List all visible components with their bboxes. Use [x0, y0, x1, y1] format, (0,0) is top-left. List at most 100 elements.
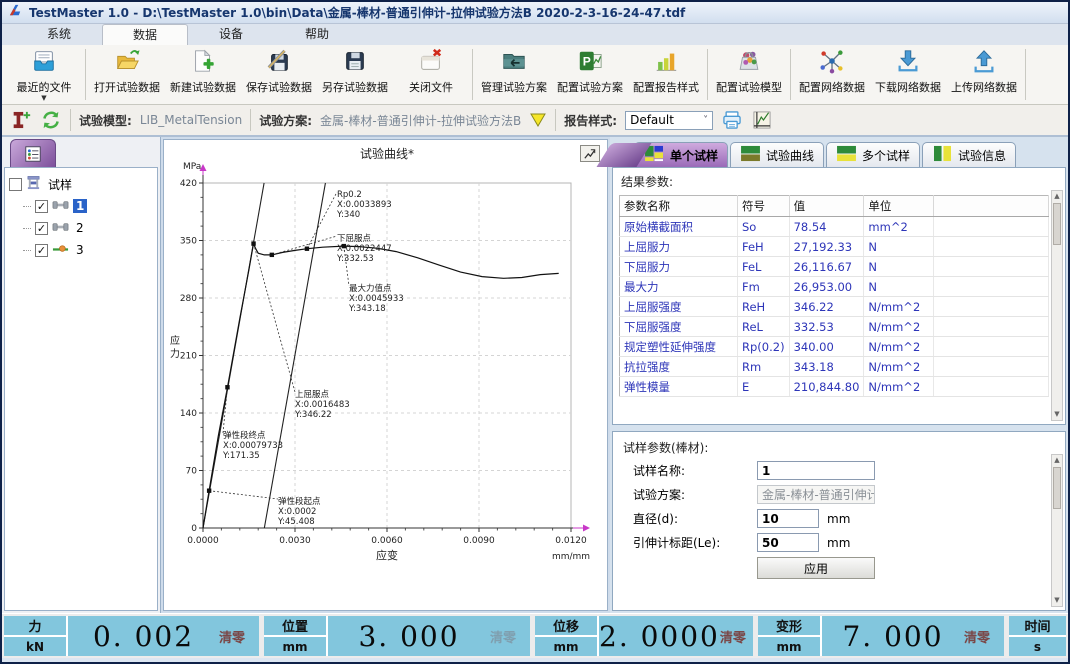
checkbox[interactable]: ✓	[35, 200, 48, 213]
results-row: 弹性模量E210,844.80N/mm^2	[620, 377, 1049, 397]
specimen-params-panel: 试样参数(棒材): 试样名称:1试验方案:金属-棒材-普通引伸计-拉-直径(d)…	[612, 431, 1066, 611]
tab-试验信息[interactable]: 试验信息	[922, 142, 1016, 167]
试样名称-input[interactable]: 1	[757, 461, 875, 480]
tab-multi-icon	[836, 145, 857, 165]
stress-strain-chart: 0701402102803504200.00000.00300.00600.00…	[164, 142, 607, 570]
save-as-button[interactable]: 另存试验数据	[317, 46, 393, 103]
tab-info-icon	[932, 145, 953, 165]
menu-item-数据[interactable]: 数据	[102, 24, 188, 45]
svg-text:Y:171.35: Y:171.35	[222, 451, 260, 461]
project-p-icon: P	[577, 48, 603, 77]
menu-item-系统[interactable]: 系统	[16, 24, 102, 45]
report-bars-icon	[653, 48, 679, 77]
toolbar-separator	[250, 109, 251, 131]
save-as-icon	[342, 48, 368, 77]
readout-变形: 变形mm7. 000清零	[758, 616, 1004, 656]
right-panel: 单个试样试验曲线多个试样试验信息 结果参数: 参数名称符号值单位原始横截面积So…	[610, 137, 1068, 613]
close-file-button[interactable]: 关闭文件	[393, 46, 469, 103]
chart-panel: 0701402102803504200.00000.00300.00600.00…	[163, 139, 608, 611]
tree-item-1[interactable]: ✓1	[23, 195, 153, 217]
open-folder-button[interactable]: 打开试验数据	[89, 46, 165, 103]
checkbox[interactable]: ✓	[35, 244, 48, 257]
zero-button[interactable]: 清零	[720, 616, 753, 656]
svg-text:P: P	[583, 55, 591, 69]
scroll-thumb[interactable]	[1053, 467, 1061, 509]
download-button[interactable]: 下载网络数据	[870, 46, 946, 103]
menu-item-设备[interactable]: 设备	[188, 24, 274, 45]
svg-text:0.0000: 0.0000	[187, 536, 219, 546]
svg-text:Rp0.2: Rp0.2	[337, 190, 362, 200]
ribbon-separator	[707, 49, 708, 100]
specimen-scrollbar[interactable]: ▲ ▼	[1051, 454, 1063, 607]
svg-text:力: 力	[170, 347, 180, 360]
specimen-tree-panel: 试样✓1✓2✓3	[2, 137, 161, 613]
network-nodes-button[interactable]: 配置网络数据	[794, 46, 870, 103]
scroll-down-icon[interactable]: ▼	[1054, 595, 1059, 606]
tree-root[interactable]: 试样	[9, 173, 153, 195]
tree-tab[interactable]	[10, 139, 56, 167]
svg-text:140: 140	[179, 409, 196, 419]
zero-button[interactable]: 清零	[964, 616, 1004, 656]
scroll-up-icon[interactable]: ▲	[1054, 191, 1059, 202]
model-value: LIB_MetalTension	[140, 113, 242, 127]
svg-text:0.0090: 0.0090	[463, 536, 495, 546]
results-table: 参数名称符号值单位原始横截面积So78.54mm^2上屈服力FeH27,192.…	[619, 195, 1049, 397]
results-label: 结果参数:	[621, 173, 1049, 190]
recent-files-button[interactable]: 最近的文件▼	[6, 46, 82, 103]
svg-text:X:0.0002: X:0.0002	[278, 507, 316, 517]
checkbox[interactable]: ✓	[35, 222, 48, 235]
引伸计标距(Le)-input[interactable]: 50	[757, 533, 819, 552]
zero-button[interactable]: 清零	[219, 616, 259, 656]
add-specimen-button[interactable]	[10, 109, 32, 131]
save-edit-button[interactable]: 保存试验数据	[241, 46, 317, 103]
scheme-value: 金属-棒材-普通引伸计-拉伸试验方法B	[320, 112, 521, 129]
mini-chart-icon	[583, 148, 597, 160]
ribbon-separator	[790, 49, 791, 100]
svg-text:应: 应	[170, 334, 180, 347]
试验方案-input: 金属-棒材-普通引伸计-拉-	[757, 485, 875, 504]
save-edit-icon	[266, 48, 292, 77]
tab-多个试样[interactable]: 多个试样	[826, 142, 920, 167]
tree-item-3[interactable]: ✓3	[23, 239, 153, 261]
svg-text:70: 70	[185, 467, 197, 477]
report-style-value: Default	[630, 113, 674, 127]
report-curve-button[interactable]	[751, 109, 773, 131]
report-bars-button[interactable]: 配置报告样式	[628, 46, 704, 103]
readout-bar: 力kN0. 002清零位置mm3. 000清零位移mm2. 0000清零变形mm…	[2, 613, 1068, 658]
apply-button[interactable]: 应用	[757, 557, 875, 579]
new-file-button[interactable]: 新建试验数据	[165, 46, 241, 103]
results-row: 最大力Fm26,953.00N	[620, 277, 1049, 297]
project-p-button[interactable]: P配置试验方案	[552, 46, 628, 103]
scheme-dropdown-triangle[interactable]	[529, 112, 547, 128]
download-icon	[895, 48, 921, 77]
chevron-down-icon: ˅	[703, 115, 708, 126]
recent-files-icon	[31, 48, 57, 77]
model-bag-button[interactable]: 配置试验模型	[711, 46, 787, 103]
manage-folder-button[interactable]: 管理试验方案	[476, 46, 552, 103]
scroll-up-icon[interactable]: ▲	[1054, 455, 1059, 466]
zero-button[interactable]: 清零	[490, 616, 530, 656]
直径(d)-input[interactable]: 10	[757, 509, 819, 528]
tree-item-2[interactable]: ✓2	[23, 217, 153, 239]
print-report-button[interactable]	[721, 109, 743, 131]
results-scrollbar[interactable]: ▲ ▼	[1051, 190, 1063, 421]
scroll-thumb[interactable]	[1053, 203, 1061, 245]
svg-text:X:0.0033893: X:0.0033893	[337, 200, 392, 210]
upload-button[interactable]: 上传网络数据	[946, 46, 1022, 103]
secondary-toolbar: 试验模型: LIB_MetalTension 试验方案: 金属-棒材-普通引伸计…	[2, 105, 1068, 137]
svg-text:Y:343.18: Y:343.18	[348, 304, 386, 314]
main-area: 试样✓1✓2✓3 0701402102803504200.00000.00300…	[2, 137, 1068, 613]
menu-item-帮助[interactable]: 帮助	[274, 24, 360, 45]
report-style-select[interactable]: Default ˅	[625, 111, 713, 130]
checkbox[interactable]	[9, 178, 22, 191]
scroll-down-icon[interactable]: ▼	[1054, 409, 1059, 420]
ribbon-toolbar: 最近的文件▼打开试验数据新建试验数据保存试验数据另存试验数据关闭文件管理试验方案…	[2, 45, 1068, 105]
svg-text:0.0030: 0.0030	[279, 536, 311, 546]
tab-试验曲线[interactable]: 试验曲线	[730, 142, 824, 167]
refresh-button[interactable]	[40, 109, 62, 131]
chevron-down-icon: ▼	[41, 95, 46, 101]
svg-text:420: 420	[179, 179, 196, 189]
svg-text:Y:340: Y:340	[336, 210, 360, 220]
chart-tool-button[interactable]	[580, 145, 600, 162]
field-row: 试样名称:1	[633, 461, 1049, 480]
